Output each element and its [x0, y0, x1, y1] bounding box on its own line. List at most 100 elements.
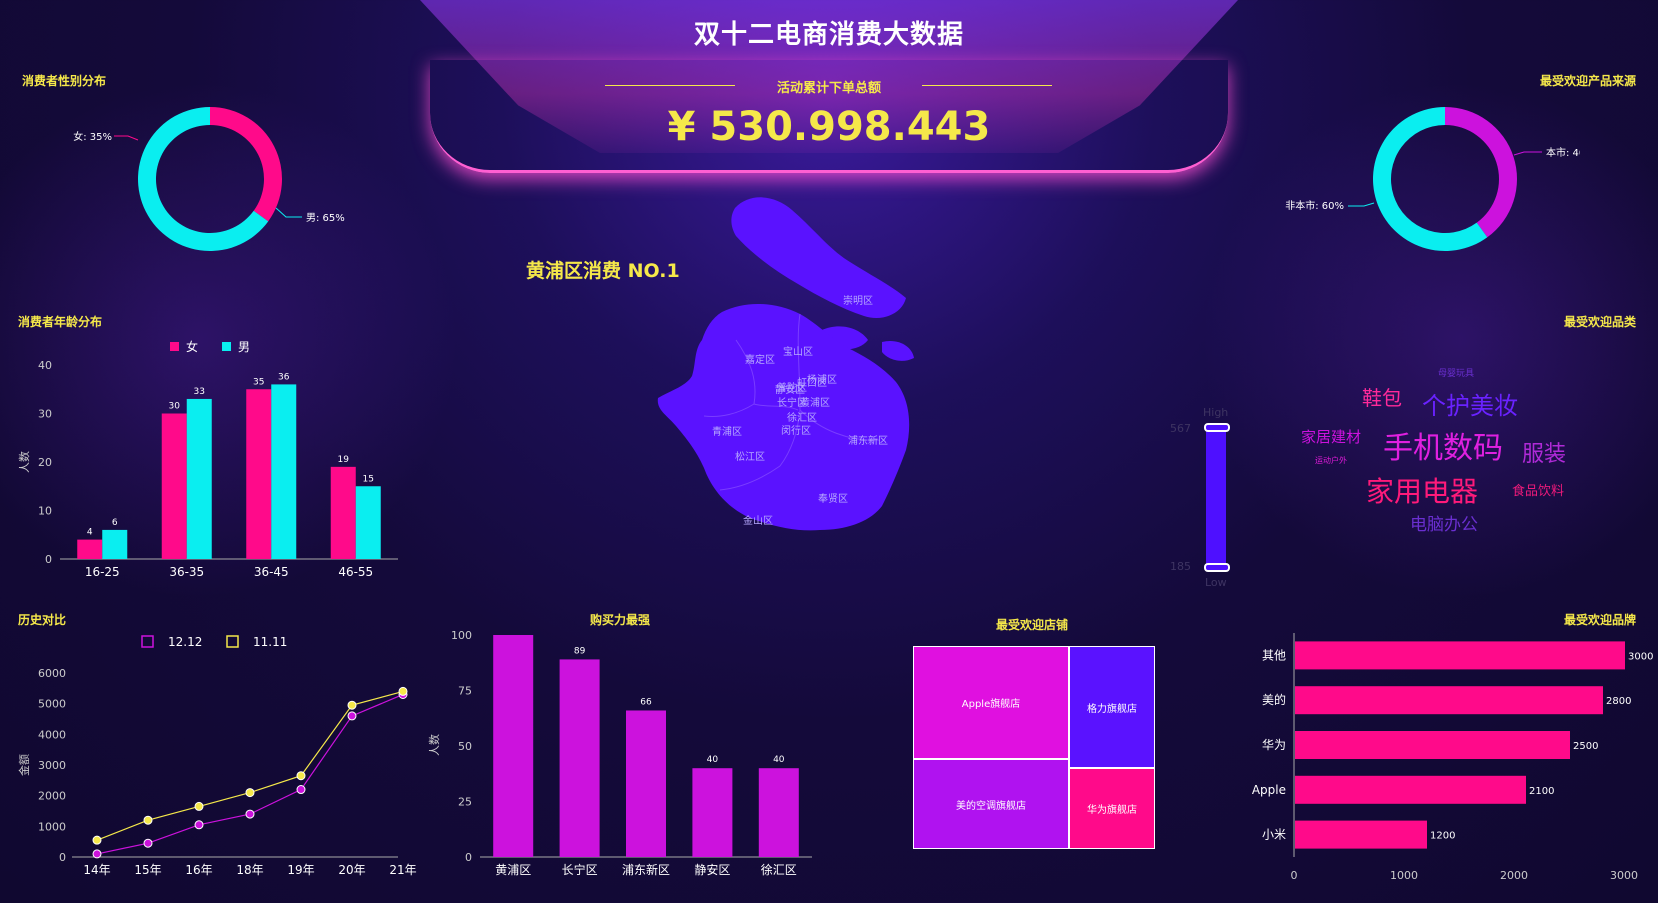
map-label-district: 黄浦区 — [800, 398, 830, 409]
visual-map-high-label: High — [1203, 406, 1229, 419]
purchase-bar-value: 66 — [640, 697, 652, 707]
age-bar — [77, 539, 103, 559]
brands-bar — [1295, 686, 1603, 715]
visual-map-bar — [1206, 424, 1226, 568]
brands-bar-chart: 0 1000 2000 3000 3000 其他 2800 美的 2500 华为 2100 Apple… — [1252, 633, 1653, 882]
age-bar — [271, 384, 297, 559]
history-x-tick: 15年 — [134, 863, 161, 877]
age-bar — [330, 466, 356, 559]
age-y-tick: 30 — [38, 408, 52, 421]
source-chart-title: 最受欢迎产品来源 — [1539, 74, 1636, 88]
gender-chart-title: 消费者性别分布 — [22, 74, 107, 88]
age-bar-value: 6 — [112, 518, 118, 528]
age-bar-value: 4 — [87, 528, 93, 538]
brands-bar — [1295, 641, 1625, 670]
brands-y-tick: 其他 — [1262, 648, 1286, 662]
word-phones-digital: 手机数码 — [1383, 431, 1503, 466]
map-label-district: 奉贤区 — [818, 494, 848, 505]
purchase-y-tick: 50 — [458, 740, 472, 753]
stores-chart-title: 最受欢迎店铺 — [996, 618, 1069, 632]
history-point — [143, 815, 153, 825]
visual-map-min-handle[interactable] — [1204, 563, 1230, 572]
history-point — [194, 801, 204, 811]
purchase-bar — [559, 659, 600, 857]
brands-y-tick: 美的 — [1262, 692, 1286, 707]
word-mother-baby: 母婴玩具 — [1438, 369, 1475, 379]
treemap-cell-huawei[interactable]: 华为旗舰店 — [1069, 768, 1155, 849]
hengsha-island — [882, 340, 914, 361]
map-label-district: 金山区 — [743, 516, 773, 527]
history-point — [347, 711, 357, 721]
brands-y-tick: 小米 — [1262, 828, 1286, 842]
brands-y-tick: Apple — [1252, 783, 1286, 797]
age-bar-value: 30 — [169, 402, 181, 412]
history-legend-swatch — [226, 635, 239, 648]
purchase-bar-value: 40 — [707, 755, 719, 765]
purchase-bar — [758, 768, 799, 857]
purchase-x-tick: 长宁区 — [562, 862, 598, 877]
history-point — [143, 838, 153, 848]
history-y-tick: 2000 — [38, 790, 66, 803]
purchase-y-label: 人数 — [428, 734, 441, 756]
age-y-tick: 0 — [45, 553, 52, 566]
brands-y-tick: 华为 — [1262, 738, 1286, 752]
word-home-building: 家居建材 — [1301, 428, 1362, 446]
word-food-drink: 食品饮料 — [1512, 484, 1565, 499]
donut-label: 非本市: 60% — [1285, 199, 1344, 212]
age-legend-swatch — [170, 342, 179, 351]
history-y-tick: 4000 — [38, 728, 66, 741]
purchase-bar-chart: 0 25 50 75 100 人数黄浦区 89 长宁区 66 浦东新区 40 静安区 40 徐汇区 — [428, 629, 812, 877]
purchase-y-tick: 75 — [458, 685, 472, 698]
donut-label-line — [1513, 151, 1542, 156]
stores-treemap: Apple旗舰店 美的空调旗舰店 格力旗舰店 华为旗舰店 — [913, 646, 1155, 849]
purchase-x-tick: 静安区 — [694, 862, 730, 877]
brands-x-tick: 2000 — [1500, 869, 1528, 882]
donut-label-line — [1348, 202, 1375, 207]
word-clothing: 服装 — [1522, 442, 1567, 467]
treemap-cell-apple[interactable]: Apple旗舰店 — [913, 646, 1069, 759]
age-bar — [246, 389, 272, 559]
history-x-tick: 19年 — [287, 863, 314, 877]
history-y-label: 金额 — [17, 754, 31, 776]
brands-bar-value: 2100 — [1529, 786, 1554, 797]
history-point — [92, 835, 102, 845]
visual-map-min: 185 — [1170, 560, 1191, 573]
donut-label-line — [114, 135, 139, 141]
brands-bar — [1295, 820, 1427, 849]
purchase-x-tick: 浦东新区 — [622, 862, 670, 877]
age-bar-value: 36 — [278, 372, 290, 382]
history-point — [245, 809, 255, 819]
age-bar — [355, 486, 381, 559]
history-legend-label: 12.12 — [168, 635, 202, 649]
purchase-y-tick: 25 — [458, 796, 472, 809]
visual-map-max: 567 — [1170, 422, 1191, 435]
map-label-district: 宝山区 — [783, 347, 813, 358]
page-title: 双十二电商消费大数据 — [693, 20, 964, 50]
purchase-bar-value: 89 — [574, 646, 586, 656]
purchase-bar — [692, 768, 733, 857]
donut-label: 女: 35% — [73, 130, 112, 143]
treemap-cell-gree[interactable]: 格力旗舰店 — [1069, 646, 1155, 768]
purchase-y-tick: 100 — [451, 629, 472, 642]
history-legend-swatch — [141, 635, 154, 648]
purchase-x-tick: 徐汇区 — [761, 862, 797, 877]
category-title: 最受欢迎品类 — [1563, 315, 1636, 329]
history-x-tick: 20年 — [338, 863, 365, 877]
age-bar-value: 15 — [363, 474, 374, 484]
treemap-label-gree: 格力旗舰店 — [1087, 703, 1137, 715]
history-line-chart: 0 1000 2000 3000 4000 5000 6000 金额 14年 15年 16年 18年 1… — [17, 635, 417, 877]
word-sports-outdoor: 运动户外 — [1315, 456, 1347, 465]
donut-slice-本市 — [1445, 107, 1517, 238]
history-y-tick: 3000 — [38, 759, 66, 772]
visual-map-max-handle[interactable] — [1204, 423, 1230, 432]
age-legend-label: 男 — [238, 340, 250, 354]
map-label-district: 闵行区 — [781, 426, 811, 437]
age-x-tick: 36-35 — [169, 565, 204, 579]
age-x-tick: 46-55 — [338, 565, 373, 579]
history-x-tick: 18年 — [236, 863, 263, 877]
treemap-cell-midea[interactable]: 美的空调旗舰店 — [913, 759, 1069, 849]
brands-x-tick: 3000 — [1610, 869, 1638, 882]
history-x-tick: 21年 — [389, 863, 416, 877]
age-x-tick: 16-25 — [85, 565, 120, 579]
brands-x-tick: 0 — [1291, 869, 1298, 882]
